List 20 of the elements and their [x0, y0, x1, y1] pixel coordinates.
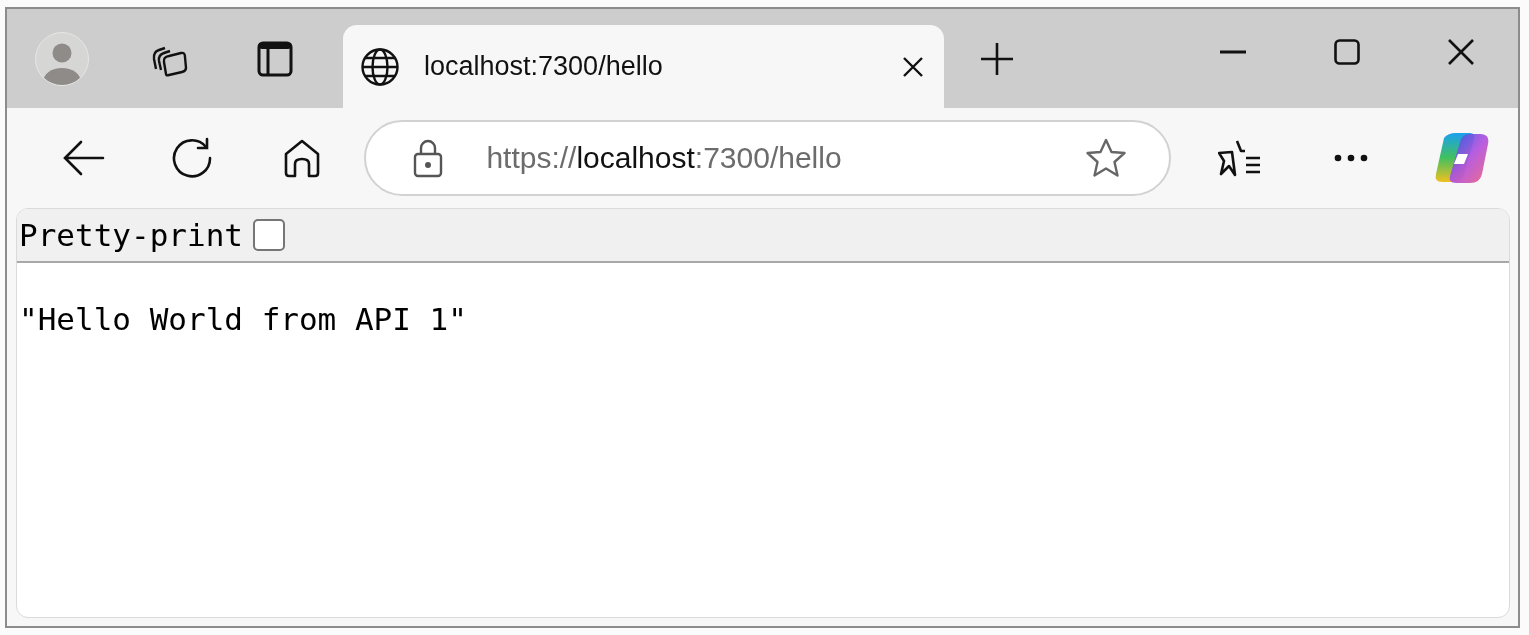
close-tab-icon[interactable]: [902, 55, 924, 78]
globe-icon: [360, 46, 400, 87]
app-logo-icon[interactable]: [1434, 132, 1491, 184]
reload-icon[interactable]: [171, 137, 214, 179]
minimize-icon[interactable]: [1220, 49, 1246, 54]
response-text: "Hello World from API 1": [19, 301, 467, 337]
vertical-tabs-icon[interactable]: [256, 40, 293, 77]
lock-icon[interactable]: [412, 138, 445, 178]
back-arrow-icon[interactable]: [62, 140, 105, 176]
pretty-print-checkbox[interactable]: [252, 219, 285, 251]
address-bar[interactable]: https://localhost:7300/hello: [364, 120, 1171, 196]
maximize-icon[interactable]: [1334, 38, 1360, 65]
url-text: https://localhost:7300/hello: [486, 141, 843, 175]
pretty-print-label: Pretty-print: [19, 217, 243, 253]
profile-avatar-icon[interactable]: [35, 31, 89, 86]
new-tab-icon[interactable]: [980, 41, 1014, 76]
browser-tab[interactable]: localhost:7300/hello: [343, 25, 944, 108]
more-options-icon[interactable]: [1334, 154, 1369, 162]
star-icon[interactable]: [1084, 138, 1127, 178]
close-icon[interactable]: [1448, 38, 1474, 65]
